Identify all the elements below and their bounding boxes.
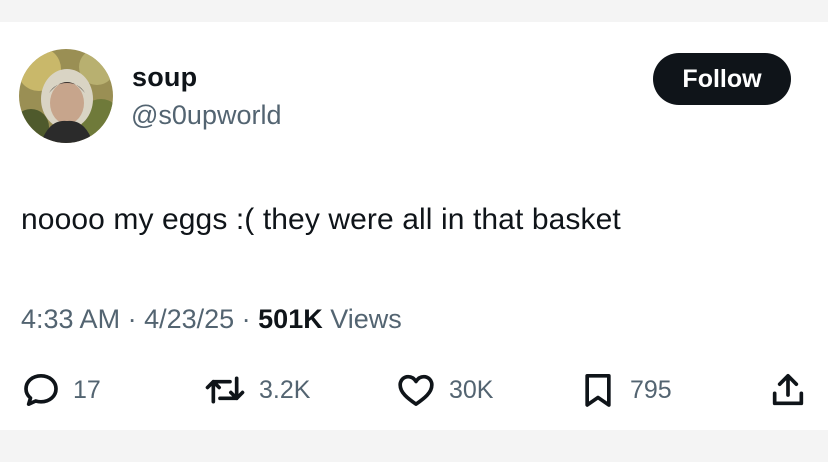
heart-icon: [398, 374, 434, 406]
action-bar: 17 3.2K 30K 795: [0, 367, 828, 413]
bookmark-button[interactable]: 795: [578, 367, 672, 413]
tweet-card: soup @s0upworld Follow noooo my eggs :( …: [0, 22, 828, 430]
display-name[interactable]: soup: [132, 62, 197, 93]
share-icon: [772, 374, 804, 406]
bookmark-icon: [585, 374, 611, 407]
follow-button[interactable]: Follow: [653, 53, 791, 105]
meta-separator: ·: [234, 304, 259, 334]
user-handle[interactable]: @s0upworld: [131, 100, 281, 131]
like-button[interactable]: 30K: [395, 367, 493, 413]
bookmark-count: 795: [630, 375, 672, 404]
views-count: 501K: [258, 304, 323, 334]
tweet-meta: 4:33 AM · 4/23/25 · 501K Views: [21, 304, 402, 335]
tweet-time[interactable]: 4:33 AM: [21, 304, 120, 334]
meta-separator: ·: [120, 304, 145, 334]
repost-icon: [205, 376, 245, 404]
share-button[interactable]: [768, 367, 808, 413]
tweet-date[interactable]: 4/23/25: [144, 304, 234, 334]
avatar-photo: [19, 49, 113, 143]
avatar[interactable]: [19, 49, 113, 143]
views-label: Views: [330, 304, 402, 334]
reply-count: 17: [73, 375, 101, 404]
reply-button[interactable]: 17: [21, 367, 101, 413]
repost-count: 3.2K: [259, 375, 311, 404]
tweet-text: noooo my eggs :( they were all in that b…: [21, 203, 621, 236]
like-count: 30K: [449, 375, 494, 404]
repost-button[interactable]: 3.2K: [203, 367, 310, 413]
reply-icon: [24, 374, 58, 406]
